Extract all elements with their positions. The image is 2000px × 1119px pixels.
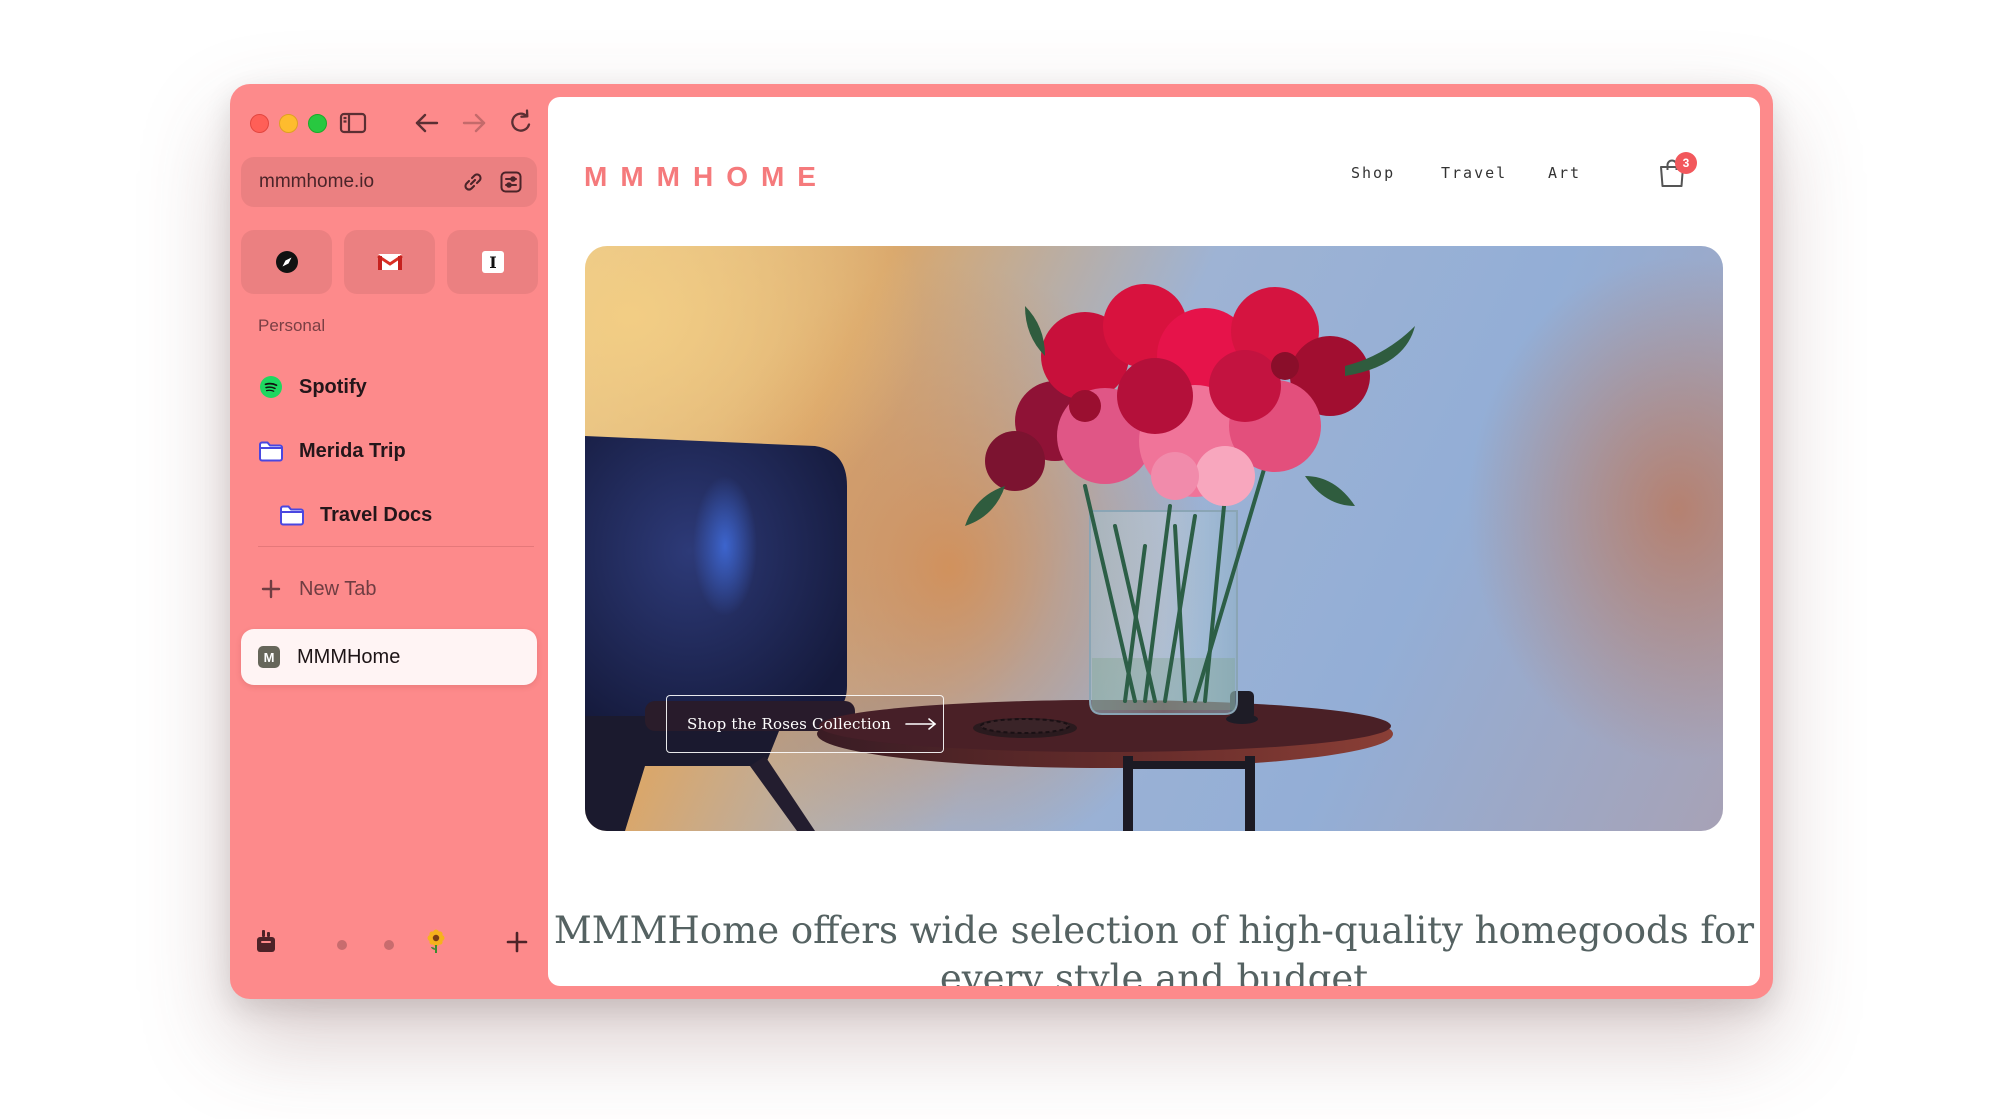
- nav-link-travel[interactable]: Travel: [1441, 164, 1507, 182]
- spotify-icon: [258, 374, 284, 400]
- active-tab-label: MMMHome: [297, 645, 401, 668]
- site-controls-icon[interactable]: [498, 169, 524, 195]
- site-logo[interactable]: MMMHOME: [584, 161, 829, 193]
- pinned-tabs: I: [241, 230, 538, 294]
- folder-icon: [279, 502, 305, 528]
- tab-label-spotify: Spotify: [299, 375, 367, 398]
- sidebar-item-spotify[interactable]: Spotify: [258, 367, 367, 407]
- folder-icon: [258, 438, 284, 464]
- close-window-button[interactable]: [250, 114, 269, 133]
- add-space-icon[interactable]: [505, 930, 529, 959]
- pinned-tab-gmail[interactable]: [344, 230, 435, 294]
- new-tab-label: New Tab: [299, 577, 377, 600]
- site-tagline: MMMHome offers wide selection of high-qu…: [553, 909, 1755, 986]
- library-icon[interactable]: [254, 928, 278, 959]
- forward-icon[interactable]: [457, 106, 491, 140]
- back-icon[interactable]: [410, 106, 444, 140]
- instapaper-icon: I: [481, 251, 504, 273]
- cart-count-badge: 3: [1675, 152, 1697, 174]
- space-dot-2[interactable]: [383, 938, 395, 956]
- url-text[interactable]: mmmhome.io: [259, 171, 374, 193]
- space-dot-1[interactable]: [336, 938, 348, 956]
- minimize-window-button[interactable]: [279, 114, 298, 133]
- cart-button[interactable]: 3: [1658, 152, 1698, 192]
- window-controls: [250, 114, 327, 133]
- arrow-right-icon: [905, 718, 937, 730]
- new-tab-button[interactable]: New Tab: [258, 576, 376, 602]
- copy-link-icon[interactable]: [460, 169, 486, 195]
- mmmhome-favicon: M: [258, 646, 280, 668]
- space-section-label: Personal: [258, 316, 326, 335]
- sidebar-folder-merida-trip[interactable]: Merida Trip: [258, 431, 406, 471]
- pinned-tab-compass[interactable]: [241, 230, 332, 294]
- nav-link-shop[interactable]: Shop: [1351, 164, 1395, 182]
- maximize-window-button[interactable]: [308, 114, 327, 133]
- active-tab-mmmhome[interactable]: M MMMHome: [241, 629, 537, 685]
- screen: mmmhome.io I Personal Spotify Merida Tri…: [0, 0, 2000, 1119]
- sunflower-space-icon[interactable]: [424, 928, 448, 959]
- sidebar-folder-travel-docs[interactable]: Travel Docs: [279, 495, 432, 535]
- address-bar[interactable]: mmmhome.io: [241, 157, 537, 207]
- gmail-icon: [376, 254, 403, 270]
- hero-image: Shop the Roses Collection: [585, 246, 1723, 831]
- browser-window: mmmhome.io I Personal Spotify Merida Tri…: [230, 84, 1773, 999]
- pinned-tab-instapaper[interactable]: I: [447, 230, 538, 294]
- sidebar-divider: [258, 546, 534, 547]
- shop-roses-collection-button[interactable]: Shop the Roses Collection: [666, 695, 944, 753]
- plus-icon: [258, 576, 284, 602]
- cta-label: Shop the Roses Collection: [687, 715, 891, 733]
- sidebar: mmmhome.io I Personal Spotify Merida Tri…: [230, 84, 548, 999]
- svg-text:I: I: [489, 253, 496, 272]
- folder-label-travel-docs: Travel Docs: [320, 503, 433, 526]
- folder-label-merida-trip: Merida Trip: [299, 439, 406, 462]
- sidebar-toggle-icon[interactable]: [336, 106, 370, 140]
- reload-icon[interactable]: [504, 106, 538, 140]
- nav-link-art[interactable]: Art: [1548, 164, 1581, 182]
- sidebar-footer: [230, 922, 548, 962]
- compass-icon: [275, 251, 298, 273]
- web-content: MMMHOME Shop Travel Art 3 Shop the Roses…: [548, 97, 1760, 986]
